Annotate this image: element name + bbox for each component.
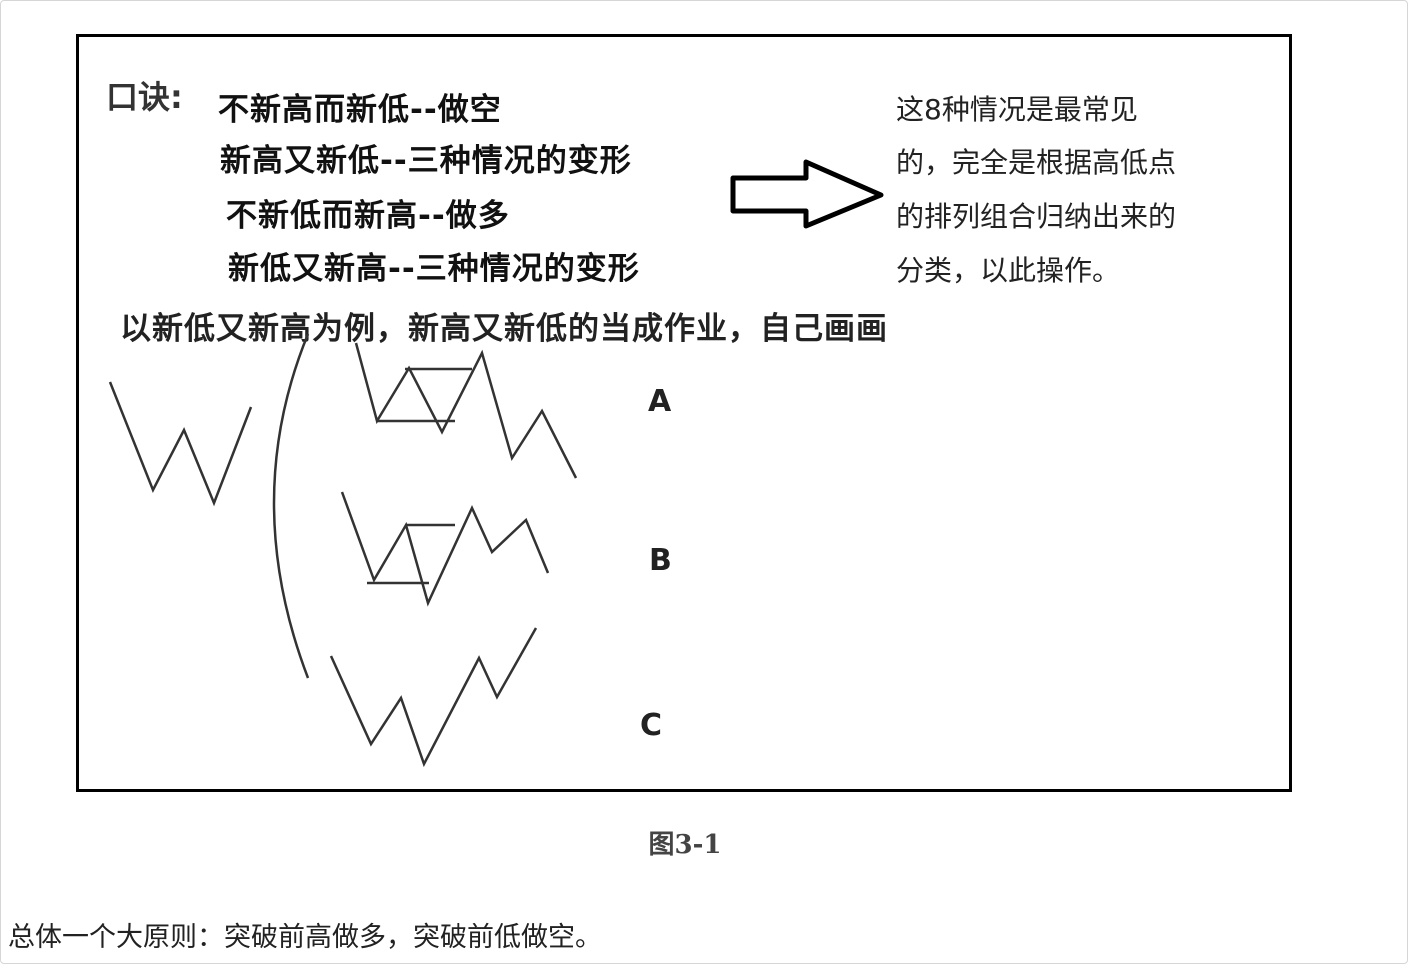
bracket-curve [272,333,310,679]
zigzag-case-c [329,627,538,768]
zigzag-case-b [340,491,550,607]
zigzag-w-left [108,381,253,507]
right-arrow-icon [730,159,884,229]
principle-text: 总体一个大原则：突破前高做多，突破前低做空。 [8,922,602,953]
case-label-b: B [649,543,672,578]
case-label-c: C [640,708,663,743]
figure-caption: 图3-1 [648,830,722,860]
case-label-a: A [648,384,672,419]
zigzag-case-a [354,342,578,479]
sketch-drawing [108,159,884,768]
